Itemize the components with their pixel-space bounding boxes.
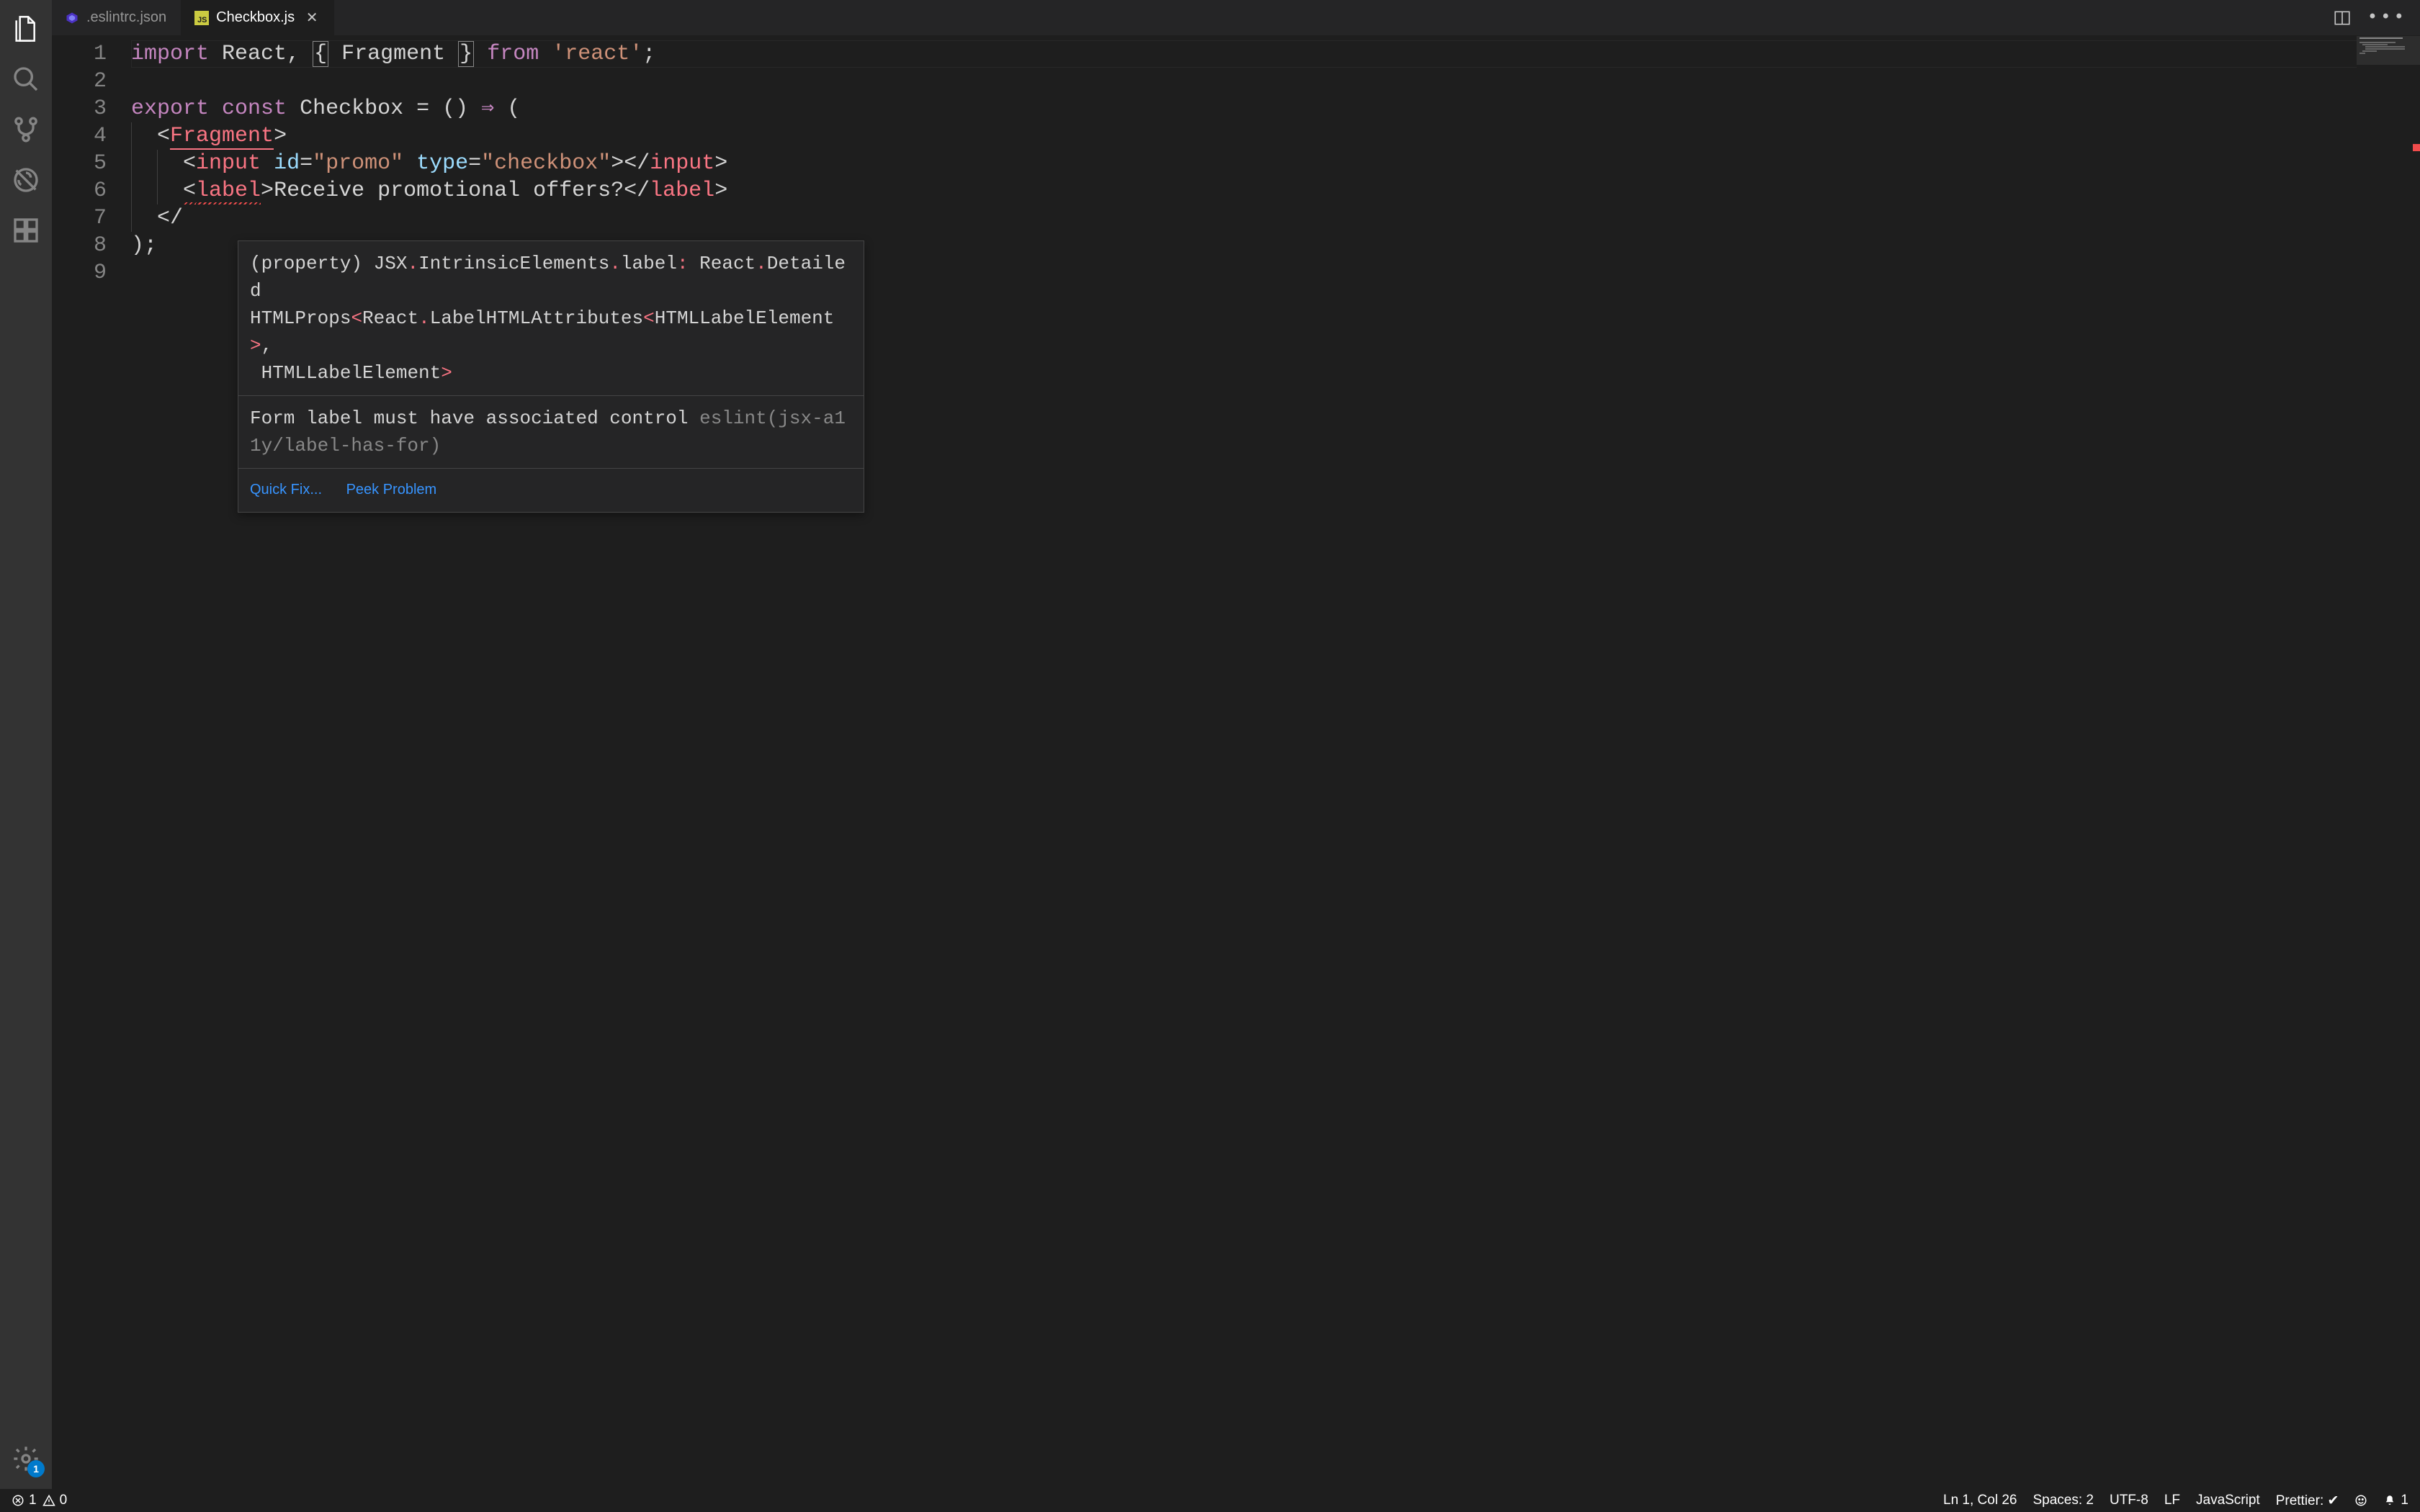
gutter: 123456789	[52, 36, 131, 1489]
code-line[interactable]: <input id="promo" type="checkbox"></inpu…	[131, 150, 2420, 177]
quick-fix-link[interactable]: Quick Fix...	[250, 482, 322, 498]
more-actions-icon[interactable]: •••	[2367, 8, 2407, 27]
close-icon[interactable]: ✕	[305, 9, 319, 27]
tab-label: Checkbox.js	[216, 9, 295, 26]
line-number: 7	[52, 204, 107, 232]
overview-ruler[interactable]	[2410, 36, 2420, 1489]
debug-icon[interactable]	[6, 160, 46, 200]
line-number: 3	[52, 95, 107, 122]
status-language[interactable]: JavaScript	[2196, 1493, 2260, 1508]
line-number: 6	[52, 177, 107, 204]
explorer-icon[interactable]	[6, 9, 46, 49]
line-number: 5	[52, 150, 107, 177]
code-line[interactable]	[131, 68, 2420, 95]
hover-message: Form label must have associated control …	[238, 396, 864, 468]
search-icon[interactable]	[6, 59, 46, 99]
status-prettier[interactable]: Prettier: ✔	[2276, 1493, 2339, 1509]
status-eol[interactable]: LF	[2164, 1493, 2180, 1508]
status-feedback-icon[interactable]	[2354, 1494, 2367, 1507]
code-line[interactable]: import React, { Fragment } from 'react';	[131, 40, 2420, 68]
line-number: 8	[52, 232, 107, 259]
status-cursor[interactable]: Ln 1, Col 26	[1943, 1493, 2017, 1508]
tab-actions: •••	[2333, 0, 2420, 35]
hover-actions: Quick Fix... Peek Problem	[238, 469, 864, 512]
js-file-icon: JS	[194, 11, 209, 25]
status-bar: 1 0 Ln 1, Col 26 Spaces: 2 UTF-8 LF Java…	[0, 1489, 2420, 1512]
peek-problem-link[interactable]: Peek Problem	[346, 482, 437, 498]
tab-checkbox[interactable]: JS Checkbox.js ✕	[182, 0, 334, 35]
line-number: 1	[52, 40, 107, 68]
status-spaces[interactable]: Spaces: 2	[2033, 1493, 2094, 1508]
status-warnings[interactable]: 0	[42, 1493, 68, 1508]
app-root: 1 .eslintrc.json JS Checkbox.js ✕	[0, 0, 2420, 1512]
line-number: 4	[52, 122, 107, 150]
extensions-icon[interactable]	[6, 210, 46, 251]
source-control-icon[interactable]	[6, 109, 46, 150]
tab-bar: .eslintrc.json JS Checkbox.js ✕ •••	[52, 0, 2420, 36]
update-badge: 1	[27, 1460, 45, 1477]
line-number: 2	[52, 68, 107, 95]
settings-gear-icon[interactable]: 1	[6, 1439, 46, 1479]
tab-label: .eslintrc.json	[86, 9, 166, 26]
tab-eslintrc[interactable]: .eslintrc.json	[52, 0, 182, 35]
code-line[interactable]: <Fragment>	[131, 122, 2420, 150]
editor-area: .eslintrc.json JS Checkbox.js ✕ •••	[52, 0, 2420, 1489]
svg-text:JS: JS	[197, 15, 207, 24]
error-marker[interactable]	[2413, 144, 2420, 151]
main: 1 .eslintrc.json JS Checkbox.js ✕	[0, 0, 2420, 1489]
status-notifications[interactable]: 1	[2383, 1493, 2408, 1508]
code-line[interactable]: <label>Receive promotional offers?</labe…	[131, 177, 2420, 204]
code-editor[interactable]: 123456789 import React, { Fragment } fro…	[52, 36, 2420, 1489]
code-line[interactable]: export const Checkbox = () ⇒ (	[131, 95, 2420, 122]
status-errors[interactable]: 1	[12, 1493, 37, 1508]
activity-bar: 1	[0, 0, 52, 1489]
split-editor-icon[interactable]	[2333, 9, 2352, 27]
hover-signature: (property) JSX.IntrinsicElements.label: …	[238, 241, 864, 395]
line-number: 9	[52, 259, 107, 287]
status-encoding[interactable]: UTF-8	[2110, 1493, 2148, 1508]
eslint-file-icon	[65, 11, 79, 25]
hover-tooltip: (property) JSX.IntrinsicElements.label: …	[238, 240, 864, 513]
code-line[interactable]: </	[131, 204, 2420, 232]
